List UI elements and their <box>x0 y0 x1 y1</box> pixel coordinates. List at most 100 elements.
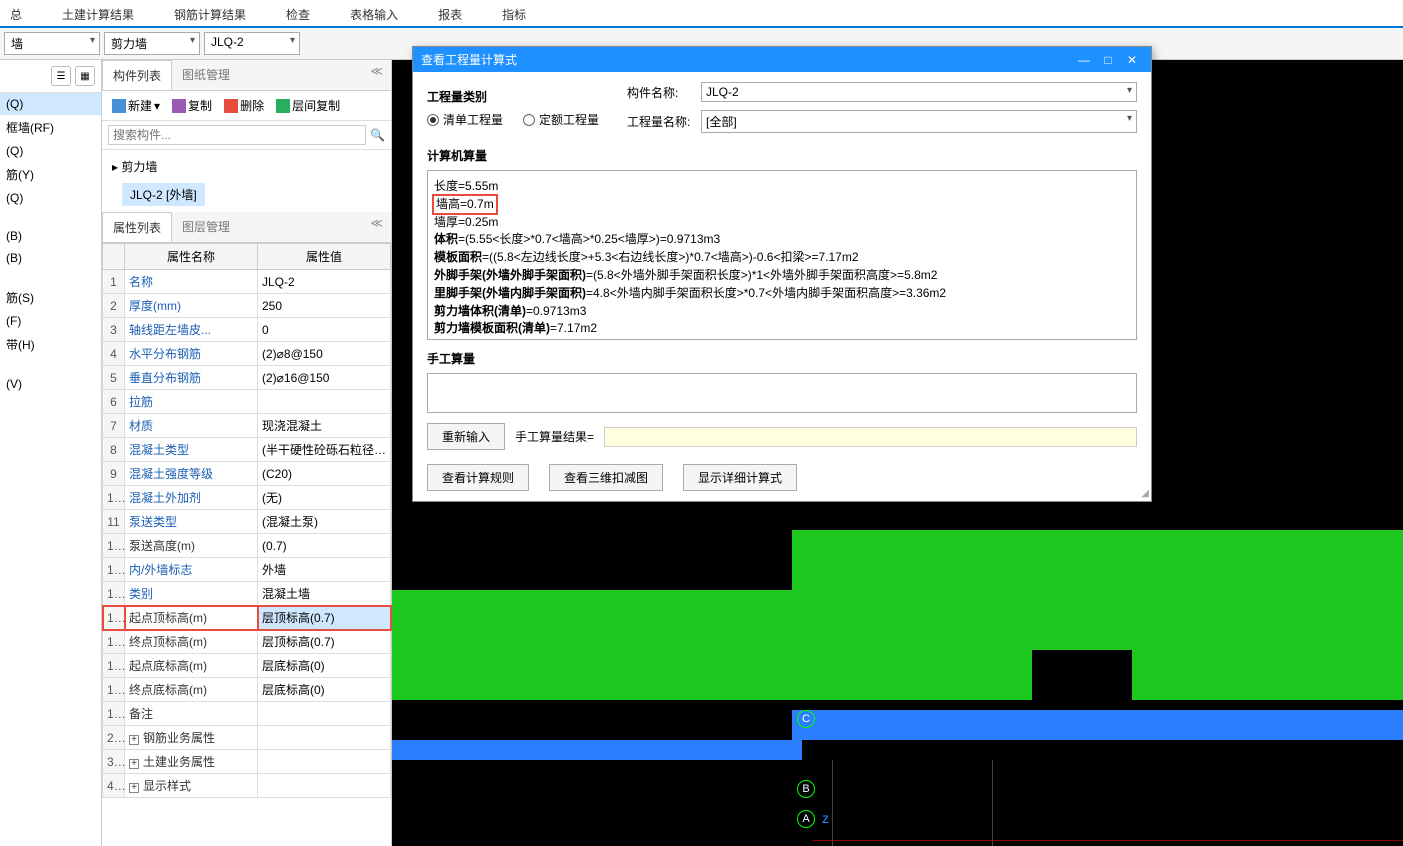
property-row[interactable]: 10混凝土外加剂(无) <box>103 486 391 510</box>
manual-result-label: 手工算量结果= <box>515 428 594 445</box>
middle-panel: 构件列表 图纸管理 ≪ 新建 ▾ 复制 删除 层间复制 🔍 ▸ 剪力墙 JLQ-… <box>102 60 392 846</box>
auto-calc-title: 计算机算量 <box>427 147 1137 164</box>
nav-item[interactable]: (B) <box>0 247 101 269</box>
property-row[interactable]: 18终点底标高(m)层底标高(0) <box>103 678 391 702</box>
filter-item[interactable]: JLQ-2 <box>204 32 300 55</box>
main-tabs: 总 土建计算结果 钢筋计算结果 检查 表格输入 报表 指标 <box>0 0 1403 28</box>
nav-item[interactable]: 带(H) <box>0 332 101 357</box>
axis-c: C <box>797 710 815 728</box>
radio-norm-qty[interactable]: 定额工程量 <box>523 111 599 128</box>
property-row[interactable]: 4水平分布钢筋(2)⌀8@150 <box>103 342 391 366</box>
nav-item[interactable]: (F) <box>0 310 101 332</box>
property-row[interactable]: 6拉筋 <box>103 390 391 414</box>
calc-line: 剪力墙体积(清单)=0.9713m3 <box>434 303 1130 320</box>
property-row[interactable]: 5垂直分布钢筋(2)⌀16@150 <box>103 366 391 390</box>
manual-result-field <box>604 427 1137 447</box>
tab-rebar[interactable]: 钢筋计算结果 <box>154 0 266 26</box>
property-row[interactable]: 15起点顶标高(m)层顶标高(0.7) <box>103 606 391 630</box>
nav-item[interactable]: (B) <box>0 225 101 247</box>
dialog-titlebar[interactable]: 查看工程量计算式 — □ ✕ <box>413 47 1151 72</box>
property-row[interactable]: 7材质现浇混凝土 <box>103 414 391 438</box>
property-table: 属性名称 属性值 1名称JLQ-22厚度(mm)2503轴线距左墙皮...04水… <box>102 243 391 798</box>
property-row[interactable]: 19备注 <box>103 702 391 726</box>
qty-name-select[interactable]: [全部] <box>701 110 1137 133</box>
nav-item[interactable]: 框墙(RF) <box>0 115 101 140</box>
axis-b: B <box>797 780 815 798</box>
copy-button[interactable]: 复制 <box>168 95 216 116</box>
panel-close-icon[interactable]: ≪ <box>362 60 391 90</box>
nav-item[interactable] <box>0 365 101 373</box>
radio-list-qty[interactable]: 清单工程量 <box>427 111 503 128</box>
show-detail-button[interactable]: 显示详细计算式 <box>683 464 797 491</box>
tab-report[interactable]: 报表 <box>418 0 482 26</box>
z-axis-label: z <box>822 810 829 826</box>
type-nav: ☰ ▦ (Q)框墙(RF)(Q)筋(Y)(Q)(B)(B)筋(S)(F)带(H)… <box>0 60 102 846</box>
filter-subcategory[interactable]: 剪力墙 <box>104 32 200 55</box>
search-icon[interactable]: 🔍 <box>370 128 385 142</box>
calc-line: 模板面积=((5.8<左边线长度>+5.3<右边线长度>)*0.7<墙高>)-0… <box>434 249 1130 266</box>
property-row[interactable]: 13内/外墙标志外墙 <box>103 558 391 582</box>
delete-button[interactable]: 删除 <box>220 95 268 116</box>
nav-item[interactable]: 筋(Y) <box>0 162 101 187</box>
component-tree: ▸ 剪力墙 JLQ-2 [外墙] <box>102 150 391 212</box>
minimize-icon[interactable]: — <box>1073 53 1095 67</box>
calc-output[interactable]: 长度=5.55m墙高=0.7m墙厚=0.25m体积=(5.55<长度>*0.7<… <box>427 170 1137 340</box>
property-row[interactable]: 8混凝土类型(半干硬性砼砾石粒径(20m... <box>103 438 391 462</box>
nav-item[interactable] <box>0 209 101 217</box>
property-row[interactable]: 3轴线距左墙皮...0 <box>103 318 391 342</box>
search-input[interactable] <box>108 125 366 145</box>
property-row[interactable]: 40+显示样式 <box>103 774 391 798</box>
component-toolbar: 新建 ▾ 复制 删除 层间复制 <box>102 91 391 121</box>
tab-component-list[interactable]: 构件列表 <box>102 60 172 90</box>
tab-layer-mgmt[interactable]: 图层管理 <box>172 212 240 242</box>
property-row[interactable]: 33+土建业务属性 <box>103 750 391 774</box>
new-button[interactable]: 新建 ▾ <box>108 95 164 116</box>
manual-input[interactable] <box>427 373 1137 413</box>
component-name-label: 构件名称: <box>627 84 691 101</box>
nav-item[interactable] <box>0 357 101 365</box>
property-row[interactable]: 2厚度(mm)250 <box>103 294 391 318</box>
tab-summary[interactable]: 总 <box>0 0 42 26</box>
tab-properties[interactable]: 属性列表 <box>102 212 172 242</box>
property-row[interactable]: 12泵送高度(m)(0.7) <box>103 534 391 558</box>
tab-table[interactable]: 表格输入 <box>330 0 418 26</box>
property-row[interactable]: 14类别混凝土墙 <box>103 582 391 606</box>
property-row[interactable]: 11泵送类型(混凝土泵) <box>103 510 391 534</box>
nav-item[interactable]: (V) <box>0 373 101 395</box>
calc-line: 墙高=0.7m <box>434 196 1130 213</box>
nav-item[interactable]: (Q) <box>0 187 101 209</box>
nav-item[interactable] <box>0 269 101 277</box>
tab-index[interactable]: 指标 <box>482 0 546 26</box>
view-rule-button[interactable]: 查看计算规则 <box>427 464 529 491</box>
dialog-title: 查看工程量计算式 <box>421 51 517 68</box>
property-row[interactable]: 9混凝土强度等级(C20) <box>103 462 391 486</box>
grid-view-icon[interactable]: ▦ <box>75 66 95 86</box>
close-icon[interactable]: ✕ <box>1121 53 1143 67</box>
component-name-select[interactable]: JLQ-2 <box>701 82 1137 102</box>
property-row[interactable]: 17起点底标高(m)层底标高(0) <box>103 654 391 678</box>
calc-dialog: 查看工程量计算式 — □ ✕ 工程量类别 清单工程量 定额工程量 构件名称: J… <box>412 46 1152 502</box>
filter-category[interactable]: 墙 <box>4 32 100 55</box>
reenter-button[interactable]: 重新输入 <box>427 423 505 450</box>
tree-leaf[interactable]: JLQ-2 [外墙] <box>122 183 205 206</box>
tab-civil[interactable]: 土建计算结果 <box>42 0 154 26</box>
nav-item[interactable] <box>0 217 101 225</box>
prop-close-icon[interactable]: ≪ <box>362 212 391 242</box>
tree-root[interactable]: ▸ 剪力墙 <box>108 156 385 177</box>
nav-item[interactable]: 筋(S) <box>0 285 101 310</box>
list-view-icon[interactable]: ☰ <box>51 66 71 86</box>
tab-check[interactable]: 检查 <box>266 0 330 26</box>
property-row[interactable]: 20+钢筋业务属性 <box>103 726 391 750</box>
axis-a: A <box>797 810 815 828</box>
property-row[interactable]: 1名称JLQ-2 <box>103 270 391 294</box>
resize-handle[interactable]: ◢ <box>1141 488 1149 499</box>
view-3d-deduct-button[interactable]: 查看三维扣减图 <box>549 464 663 491</box>
calc-line: 长度=5.55m <box>434 178 1130 195</box>
layer-copy-button[interactable]: 层间复制 <box>272 95 344 116</box>
nav-item[interactable]: (Q) <box>0 140 101 162</box>
maximize-icon[interactable]: □ <box>1097 53 1119 67</box>
property-row[interactable]: 16终点顶标高(m)层顶标高(0.7) <box>103 630 391 654</box>
nav-item[interactable]: (Q) <box>0 93 101 115</box>
nav-item[interactable] <box>0 277 101 285</box>
tab-drawing-mgmt[interactable]: 图纸管理 <box>172 60 240 90</box>
